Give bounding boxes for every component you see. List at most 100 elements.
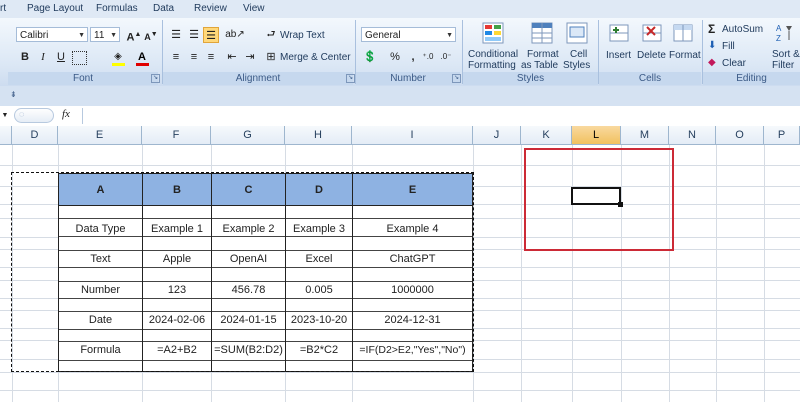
- menu-review[interactable]: Review: [194, 3, 227, 14]
- menu-insert[interactable]: rt: [0, 3, 6, 14]
- align-bottom-icon[interactable]: ☰: [203, 27, 219, 43]
- styles-group-label: Styles: [463, 72, 598, 85]
- circle-icon: ◌: [19, 109, 25, 119]
- merge-center-icon: ⊞: [266, 51, 276, 63]
- percent-button[interactable]: %: [387, 49, 403, 65]
- column-header-d[interactable]: D: [12, 126, 58, 144]
- increase-decimal-icon[interactable]: ⁺.0: [420, 49, 436, 65]
- number-format-value: General: [365, 30, 401, 41]
- font-color-swatch: [136, 63, 149, 66]
- cell-styles-icon[interactable]: [566, 22, 588, 44]
- column-header-k[interactable]: K: [521, 126, 572, 144]
- column-header-bar: D E F G H I J K L M N O P: [0, 126, 800, 145]
- shrink-font-icon[interactable]: A▼: [143, 27, 159, 43]
- svg-text:Z: Z: [776, 34, 781, 43]
- column-header-i[interactable]: I: [352, 126, 473, 144]
- column-header-f[interactable]: F: [142, 126, 211, 144]
- format-as-table-label-2[interactable]: as Table: [521, 60, 558, 71]
- chevron-down-icon: ▼: [78, 32, 85, 39]
- column-header-j[interactable]: J: [473, 126, 521, 144]
- chevron-down-icon: ▼: [110, 32, 117, 39]
- insert-function-button[interactable]: fx: [62, 108, 70, 120]
- font-name-select[interactable]: Calibri ▼: [16, 27, 88, 42]
- clear-button[interactable]: Clear: [722, 58, 746, 69]
- alignment-dialog-launcher-icon[interactable]: ↘: [346, 74, 355, 83]
- column-header-l[interactable]: L: [572, 126, 621, 144]
- cell-styles-label-2[interactable]: Styles: [563, 60, 590, 71]
- column-header-h[interactable]: H: [285, 126, 352, 144]
- column-header-g[interactable]: G: [211, 126, 285, 144]
- orientation-icon[interactable]: ab↗: [224, 27, 246, 43]
- align-center-icon[interactable]: ≡: [186, 49, 202, 65]
- menu-data[interactable]: Data: [153, 3, 174, 14]
- increase-indent-icon[interactable]: ⇥: [242, 49, 258, 65]
- align-left-icon[interactable]: ≡: [168, 49, 184, 65]
- svg-text:A: A: [776, 24, 782, 33]
- name-box-dropdown-icon[interactable]: ▼: [0, 108, 10, 123]
- menu-formulas[interactable]: Formulas: [96, 3, 138, 14]
- font-dialog-launcher-icon[interactable]: ↘: [151, 74, 160, 83]
- grow-font-icon[interactable]: A▲: [126, 27, 142, 44]
- select-all-corner[interactable]: [0, 126, 12, 144]
- fill-handle[interactable]: [618, 202, 623, 207]
- align-top-icon[interactable]: ☰: [168, 27, 184, 43]
- font-size-select[interactable]: 11 ▼: [90, 27, 120, 42]
- format-as-table-label[interactable]: Format: [527, 49, 559, 60]
- column-header-e[interactable]: E: [58, 126, 142, 144]
- font-size-value: 11: [94, 30, 105, 41]
- conditional-formatting-label-2[interactable]: Formatting: [468, 60, 516, 71]
- alignment-group-label: Alignment: [163, 72, 353, 85]
- comma-style-button[interactable]: ,: [405, 49, 421, 65]
- menu-view[interactable]: View: [243, 3, 265, 14]
- wrap-text-icon: ⮐: [266, 29, 276, 40]
- sort-filter-label-2[interactable]: Filter: [772, 60, 794, 71]
- wrap-text-button[interactable]: Wrap Text: [280, 30, 325, 41]
- autosum-icon[interactable]: Σ: [708, 22, 715, 36]
- cell-styles-label[interactable]: Cell: [570, 49, 587, 60]
- menu-bar: rt Page Layout Formulas Data Review View: [0, 0, 800, 18]
- quick-access-strip: ⇟: [0, 86, 800, 106]
- column-header-o[interactable]: O: [716, 126, 764, 144]
- column-header-p[interactable]: P: [764, 126, 800, 144]
- number-dialog-launcher-icon[interactable]: ↘: [452, 74, 461, 83]
- customize-toolbar-icon[interactable]: ⇟: [10, 90, 17, 99]
- underline-icon[interactable]: U: [53, 49, 69, 65]
- conditional-formatting-icon[interactable]: [482, 22, 504, 44]
- column-header-m[interactable]: M: [621, 126, 669, 144]
- fill-down-icon[interactable]: ⬇: [708, 40, 716, 51]
- conditional-formatting-label[interactable]: Conditional: [468, 49, 518, 60]
- formula-bar-controls: ◌: [14, 108, 54, 123]
- sort-filter-icon[interactable]: AZ: [776, 22, 796, 44]
- column-header-n[interactable]: N: [669, 126, 716, 144]
- menu-page-layout[interactable]: Page Layout: [27, 3, 83, 14]
- align-middle-icon[interactable]: ☰: [186, 27, 202, 43]
- editing-group-label: Editing: [703, 72, 800, 85]
- formula-input[interactable]: [82, 108, 799, 124]
- font-group-label: Font: [8, 72, 158, 85]
- format-as-table-icon[interactable]: [531, 22, 553, 44]
- borders-icon[interactable]: [72, 51, 87, 65]
- bold-icon[interactable]: B: [17, 49, 33, 65]
- number-format-select[interactable]: General ▼: [361, 27, 456, 42]
- sort-filter-label[interactable]: Sort &: [772, 49, 800, 60]
- merge-center-button[interactable]: Merge & Center: [280, 52, 351, 63]
- delete-cells-icon[interactable]: [641, 22, 663, 44]
- insert-cells-icon[interactable]: [608, 22, 630, 44]
- italic-icon[interactable]: I: [35, 49, 51, 65]
- format-cells-icon[interactable]: [672, 22, 694, 44]
- fill-color-swatch: [112, 63, 125, 66]
- currency-icon[interactable]: 💲: [362, 49, 378, 65]
- align-right-icon[interactable]: ≡: [203, 49, 219, 65]
- decrease-decimal-icon[interactable]: .0⁻: [438, 49, 454, 65]
- copy-selection-marquee: [11, 172, 474, 372]
- delete-button[interactable]: Delete: [637, 50, 666, 61]
- insert-button[interactable]: Insert: [606, 50, 631, 61]
- cells-group-label: Cells: [599, 72, 701, 85]
- autosum-button[interactable]: AutoSum: [722, 24, 763, 35]
- formula-bar: ▼ ◌ fx: [0, 106, 800, 127]
- active-cell[interactable]: [571, 187, 621, 205]
- format-button[interactable]: Format: [669, 50, 701, 61]
- fill-button[interactable]: Fill: [722, 41, 735, 52]
- decrease-indent-icon[interactable]: ⇤: [224, 49, 240, 65]
- eraser-icon[interactable]: ◆: [708, 57, 716, 68]
